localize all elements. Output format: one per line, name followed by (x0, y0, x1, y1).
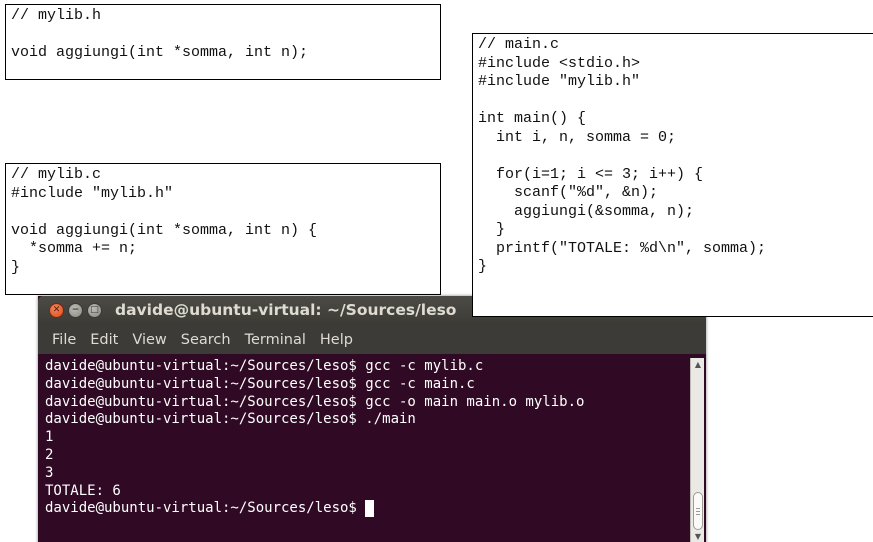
maximize-icon[interactable]: □ (87, 303, 102, 318)
code-box-mylib-h: // mylib.h void aggiungi(int *somma, int… (5, 4, 441, 80)
code-line: scanf("%d", &n); (478, 184, 659, 201)
menu-help[interactable]: Help (320, 332, 353, 348)
code-line: #include <stdio.h> (478, 54, 641, 72)
grip-line (696, 511, 700, 512)
terminal-output[interactable]: davide@ubuntu-virtual:~/Sources/leso$ gc… (45, 358, 685, 518)
code-line: } (478, 221, 506, 238)
menu-view[interactable]: View (132, 332, 166, 348)
code-line: #include "mylib.h" (478, 73, 641, 90)
code-line: int i, n, somma = 0; (478, 128, 677, 146)
code-line: // mylib.c (11, 166, 102, 183)
menu-bar: File Edit View Search Terminal Help (38, 326, 706, 354)
code-line: aggiungi(&somma, n); (478, 202, 695, 220)
minimize-icon[interactable]: − (68, 303, 83, 318)
code-box-mylib-c: // mylib.c #include "mylib.h" void aggiu… (5, 163, 441, 295)
terminal-line: 3 (45, 464, 54, 481)
terminal-line: davide@ubuntu-virtual:~/Sources/leso$ gc… (45, 393, 585, 410)
terminal-line: TOTALE: 6 (45, 482, 121, 499)
code-line: // mylib.h (11, 7, 102, 24)
terminal-line: 1 (45, 429, 54, 446)
code-line: *somma += n; (11, 240, 138, 257)
code-line: int main() { (478, 110, 587, 127)
scroll-down-icon[interactable]: ▼ (692, 531, 704, 542)
code-line: } (11, 258, 21, 276)
window-title: davide@ubuntu-virtual: ~/Sources/leso (115, 301, 457, 319)
code-line: printf("TOTALE: %d\n", somma); (478, 239, 767, 257)
terminal-line: davide@ubuntu-virtual:~/Sources/leso$ gc… (45, 358, 484, 374)
terminal-window[interactable]: ✕ − □ davide@ubuntu-virtual: ~/Sources/l… (38, 296, 706, 542)
scroll-up-icon[interactable]: ▲ (692, 359, 704, 371)
code-box-main-c: // main.c #include <stdio.h> #include "m… (472, 33, 873, 317)
vertical-scrollbar[interactable]: ▲ ▼ (690, 358, 704, 542)
menu-terminal[interactable]: Terminal (245, 332, 306, 348)
code-line: for(i=1; i <= 3; i++) { (478, 165, 704, 183)
code-line: #include "mylib.h" (11, 184, 174, 202)
close-icon[interactable]: ✕ (49, 303, 64, 318)
terminal-line: 2 (45, 446, 54, 463)
code-line: } (478, 258, 488, 275)
code-line: // main.c (478, 36, 560, 53)
terminal-line: davide@ubuntu-virtual:~/Sources/leso$ ./… (45, 411, 416, 428)
terminal-line: davide@ubuntu-virtual:~/Sources/leso$ gc… (45, 375, 475, 392)
code-line: void aggiungi(int *somma, int n); (11, 44, 309, 61)
menu-search[interactable]: Search (181, 332, 231, 348)
terminal-prompt: davide@ubuntu-virtual:~/Sources/leso$ (45, 500, 366, 517)
grip-line (696, 508, 700, 509)
menu-file[interactable]: File (52, 332, 76, 348)
terminal-prompt-line[interactable]: davide@ubuntu-virtual:~/Sources/leso$ (45, 500, 685, 518)
menu-edit[interactable]: Edit (90, 332, 118, 348)
scrollbar-thumb[interactable] (693, 492, 703, 530)
code-line: void aggiungi(int *somma, int n) { (11, 221, 318, 239)
text-cursor (365, 500, 375, 518)
grip-line (696, 514, 700, 515)
